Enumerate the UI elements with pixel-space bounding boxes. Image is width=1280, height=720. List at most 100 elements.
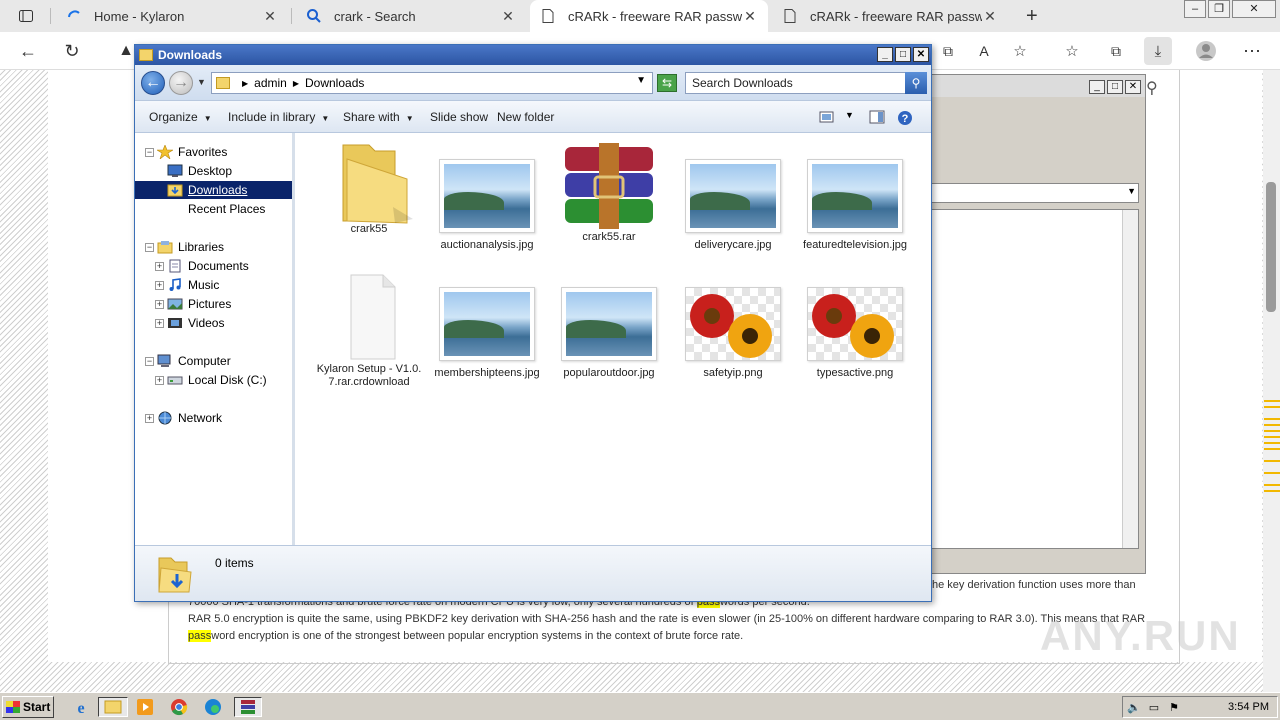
expand-toggle[interactable]: + [155, 300, 164, 309]
tab-crark-search[interactable]: crark - Search ✕ [296, 0, 526, 32]
file-item[interactable]: deliverycare.jpg [677, 159, 789, 252]
close-tab-icon[interactable]: ✕ [262, 8, 278, 25]
nav-network[interactable]: Network [157, 409, 222, 427]
minimize-button[interactable]: _ [1089, 80, 1105, 94]
chrome-icon[interactable] [168, 697, 190, 717]
expand-toggle[interactable]: + [155, 319, 164, 328]
organize-button[interactable]: Organize ▼ [149, 110, 212, 124]
favorites-icon[interactable]: ☆ [1058, 37, 1086, 65]
refresh-button[interactable]: ↻ [58, 37, 86, 65]
close-button[interactable]: ✕ [1232, 0, 1276, 18]
winrar-taskbar-icon[interactable] [234, 697, 262, 717]
nav-documents[interactable]: Documents [167, 257, 249, 275]
minimize-button[interactable]: _ [877, 47, 893, 62]
file-item[interactable]: crark55 [313, 141, 425, 236]
more-menu-icon[interactable]: ⋯ [1238, 37, 1266, 65]
nav-recent-places[interactable]: Recent Places [167, 200, 265, 218]
page-scrollbar[interactable] [1263, 70, 1280, 692]
close-button[interactable]: ✕ [1125, 80, 1141, 94]
breadcrumb-downloads[interactable]: Downloads [305, 76, 364, 90]
close-tab-icon[interactable]: ✕ [500, 8, 516, 25]
tab-home-kylaron[interactable]: Home - Kylaron ✕ [56, 0, 288, 32]
help-icon[interactable]: ? [897, 110, 913, 125]
read-aloud-icon[interactable]: A [970, 37, 998, 65]
chevron-down-icon[interactable]: ▼ [845, 110, 861, 124]
file-item[interactable]: auctionanalysis.jpg [431, 159, 543, 252]
dialog-combo[interactable]: ▼ [931, 183, 1139, 203]
page-scroll-thumb[interactable] [1266, 182, 1276, 312]
recent-pages-dropdown-icon[interactable]: ▼ [197, 77, 206, 87]
dialog-list[interactable] [931, 209, 1139, 549]
maximize-button[interactable]: □ [1107, 80, 1123, 94]
nav-downloads[interactable]: Downloads [135, 181, 292, 199]
forward-button[interactable]: → [169, 71, 193, 95]
restore-button[interactable]: ❐ [1208, 0, 1230, 18]
nav-music[interactable]: Music [167, 276, 219, 294]
file-item[interactable]: safetyip.png [677, 287, 789, 380]
nav-local-disk[interactable]: Local Disk (C:) [167, 371, 267, 389]
share-with-button[interactable]: Share with ▼ [343, 110, 414, 124]
collapse-toggle[interactable]: − [145, 243, 154, 252]
slide-show-button[interactable]: Slide show [430, 110, 488, 124]
breadcrumb-admin[interactable]: admin [254, 76, 287, 90]
system-tray: 🔈 ▭ ⚑ 3:54 PM [1122, 696, 1278, 718]
new-folder-button[interactable]: New folder [497, 110, 554, 124]
downloads-icon[interactable]: ⤓ [1144, 37, 1172, 65]
file-item[interactable]: featuredtelevision.jpg [799, 159, 911, 252]
volume-icon[interactable]: 🔈 [1127, 701, 1141, 715]
collapse-toggle[interactable]: − [145, 148, 154, 157]
close-tab-icon[interactable]: ✕ [742, 8, 758, 25]
expand-toggle[interactable]: + [155, 262, 164, 271]
back-button[interactable]: ← [141, 71, 165, 95]
file-item[interactable]: popularoutdoor.jpg [553, 287, 665, 380]
new-tab-button[interactable]: + [1016, 0, 1044, 32]
action-center-flag-icon[interactable]: ⚑ [1167, 701, 1181, 715]
search-icon[interactable]: ⚲ [905, 72, 927, 94]
tab-actions-button[interactable] [8, 0, 38, 32]
collapse-toggle[interactable]: − [145, 357, 154, 366]
expand-toggle[interactable]: + [155, 376, 164, 385]
pin-icon[interactable]: ⚲ [1146, 78, 1158, 98]
expand-toggle[interactable]: + [155, 281, 164, 290]
close-tab-icon[interactable]: ✕ [982, 8, 998, 25]
nav-videos[interactable]: Videos [167, 314, 224, 332]
folder-icon [321, 141, 417, 224]
file-item[interactable]: crark55.rar [553, 141, 665, 244]
include-in-library-button[interactable]: Include in library ▼ [228, 110, 329, 124]
start-button[interactable]: Start [2, 696, 54, 718]
nav-desktop[interactable]: Desktop [167, 162, 232, 180]
tab-crark-freeware[interactable]: cRARk - freeware RAR password ✕ [772, 0, 1008, 32]
add-favorite-icon[interactable]: ☆ [1006, 37, 1034, 65]
chevron-down-icon[interactable]: ▼ [636, 75, 646, 86]
close-button[interactable]: ✕ [913, 47, 929, 62]
app-available-icon[interactable]: ⧉ [934, 37, 962, 65]
nav-favorites[interactable]: Favorites [155, 143, 227, 161]
refresh-button[interactable]: ⇆ [657, 74, 677, 92]
search-input[interactable]: Search Downloads ⚲ [685, 72, 927, 94]
preview-pane-icon[interactable] [869, 110, 885, 124]
media-player-icon[interactable] [134, 697, 156, 717]
dialog-list-scrollbar[interactable] [1122, 210, 1138, 548]
tab-crark-freeware-active[interactable]: cRARk - freeware RAR password ✕ [530, 0, 768, 32]
back-button[interactable]: ← [14, 37, 42, 65]
view-options-icon[interactable] [819, 110, 835, 124]
hard-drive-icon [167, 373, 183, 387]
edge-icon[interactable] [202, 697, 224, 717]
profile-avatar[interactable] [1192, 37, 1220, 65]
explorer-taskbar-icon[interactable] [98, 697, 128, 717]
address-breadcrumb[interactable]: ▶ admin ▶ Downloads ▼ [211, 72, 653, 94]
file-item[interactable]: Kylaron Setup - V1.0.7.rar.crdownload [313, 273, 425, 389]
minimize-button[interactable]: – [1184, 0, 1206, 18]
nav-pictures[interactable]: Pictures [167, 295, 231, 313]
nav-libraries[interactable]: Libraries [157, 238, 224, 256]
file-item[interactable]: typesactive.png [799, 287, 911, 380]
clock[interactable]: 3:54 PM [1228, 701, 1269, 713]
nav-computer[interactable]: Computer [157, 352, 231, 370]
internet-explorer-icon[interactable]: e [70, 697, 92, 717]
explorer-title-bar[interactable]: Downloads [135, 45, 931, 65]
maximize-button[interactable]: □ [895, 47, 911, 62]
file-item[interactable]: membershipteens.jpg [431, 287, 543, 380]
collections-icon[interactable]: ⧉ [1102, 37, 1130, 65]
network-tray-icon[interactable]: ▭ [1147, 701, 1161, 715]
expand-toggle[interactable]: + [145, 414, 154, 423]
